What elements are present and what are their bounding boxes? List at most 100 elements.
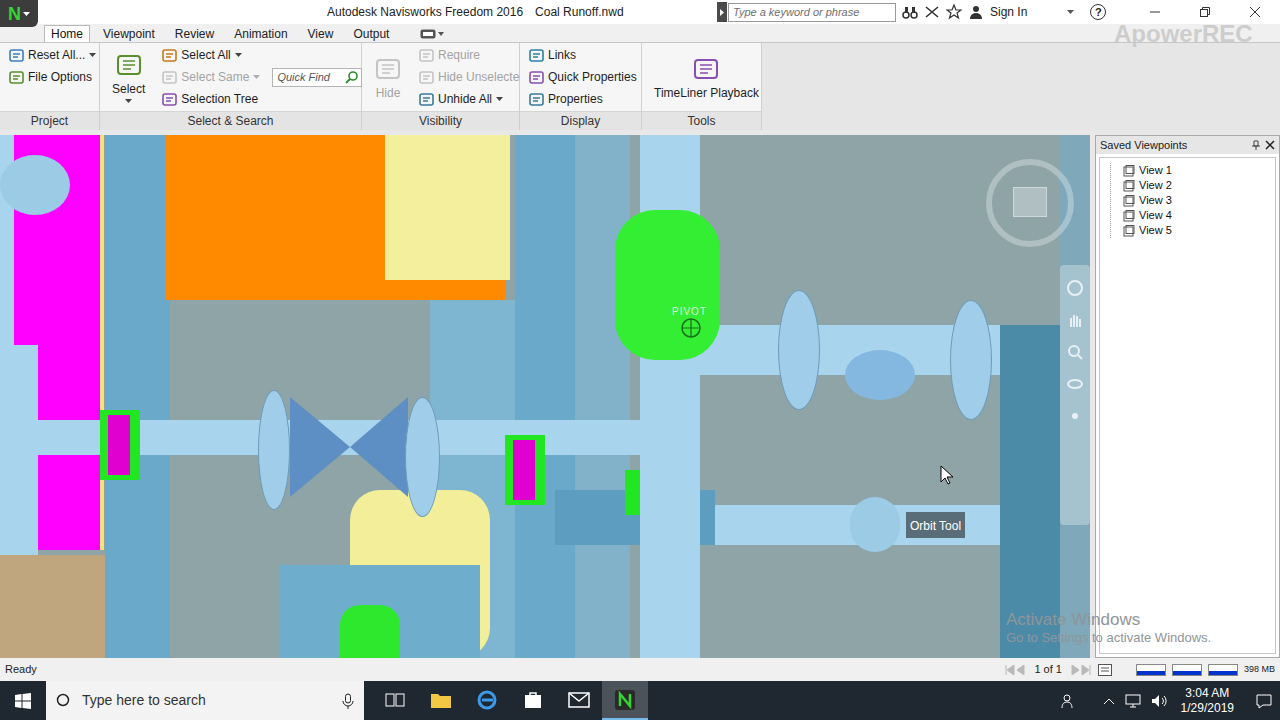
dropdown-icon[interactable] bbox=[253, 75, 260, 79]
viewpoint-item[interactable]: View 5 bbox=[1123, 223, 1190, 238]
ribbon-small-button[interactable]: Quick Properties bbox=[528, 66, 637, 88]
model-element[interactable] bbox=[340, 605, 400, 658]
ribbon-small-button[interactable]: Links bbox=[528, 44, 637, 66]
button-label[interactable]: File Options bbox=[28, 68, 92, 86]
viewpoint-item[interactable]: View 2 bbox=[1123, 178, 1190, 193]
ribbon-small-button[interactable]: Hide Unselected bbox=[418, 66, 526, 88]
ribbon-state-button[interactable] bbox=[420, 29, 444, 39]
button-label[interactable]: Hide bbox=[376, 86, 401, 100]
help-search-field[interactable] bbox=[728, 3, 896, 22]
app-menu-button[interactable]: N bbox=[0, 0, 38, 27]
viewpoint-label[interactable]: View 2 bbox=[1139, 177, 1172, 194]
communication-icon[interactable] bbox=[924, 4, 940, 20]
model-element[interactable] bbox=[385, 135, 510, 280]
dropdown-icon[interactable] bbox=[496, 97, 503, 101]
dropdown-icon[interactable] bbox=[23, 12, 30, 16]
zoom-icon[interactable] bbox=[1066, 343, 1084, 361]
close-icon[interactable] bbox=[1265, 140, 1275, 150]
model-element[interactable] bbox=[515, 135, 575, 658]
model-element[interactable] bbox=[100, 135, 104, 550]
first-previous-icon[interactable] bbox=[1004, 665, 1028, 675]
tab-label[interactable]: Home bbox=[51, 25, 83, 43]
ribbon-large-button[interactable]: Select bbox=[108, 44, 149, 110]
help-glyph[interactable]: ? bbox=[1095, 7, 1102, 18]
sheet-browser-icon[interactable] bbox=[1098, 664, 1112, 676]
volume-icon[interactable] bbox=[1151, 694, 1167, 708]
ribbon-small-button[interactable]: Selection Tree bbox=[161, 88, 260, 110]
clock[interactable]: 3:04 AM1/29/2019 bbox=[1181, 686, 1234, 716]
tab-label[interactable]: Animation bbox=[234, 25, 287, 43]
help-button[interactable]: ? bbox=[1090, 4, 1106, 20]
ribbon-large-button[interactable]: Hide bbox=[370, 44, 406, 110]
orbit-icon[interactable] bbox=[1066, 375, 1084, 393]
star-icon[interactable] bbox=[946, 4, 962, 20]
button-label[interactable]: Hide Unselected bbox=[438, 68, 526, 86]
search-expand-button[interactable] bbox=[717, 2, 727, 22]
model-element[interactable] bbox=[850, 497, 900, 552]
find-icon[interactable] bbox=[345, 70, 359, 84]
button-label[interactable]: Select All bbox=[181, 46, 230, 64]
people-icon[interactable] bbox=[1061, 693, 1077, 709]
model-element[interactable] bbox=[575, 135, 630, 658]
taskbar-app[interactable] bbox=[556, 681, 602, 720]
dropdown-icon[interactable] bbox=[1067, 10, 1074, 14]
ribbon-small-button[interactable]: Reset All... bbox=[8, 44, 96, 66]
ribbon-small-button[interactable]: Properties bbox=[528, 88, 637, 110]
button-label[interactable]: Links bbox=[548, 46, 576, 64]
model-element[interactable] bbox=[1000, 325, 1060, 658]
ribbon-tab[interactable]: View bbox=[301, 25, 341, 42]
microphone-icon[interactable] bbox=[342, 693, 354, 709]
model-element[interactable] bbox=[0, 155, 70, 215]
button-label[interactable]: Quick Properties bbox=[548, 68, 637, 86]
model-element[interactable] bbox=[350, 397, 408, 497]
button-label[interactable]: Reset All... bbox=[28, 46, 85, 64]
model-element[interactable] bbox=[105, 135, 170, 658]
ribbon-small-button[interactable]: Select All bbox=[161, 44, 260, 66]
model-element[interactable] bbox=[513, 440, 535, 500]
quick-find-field[interactable] bbox=[273, 69, 343, 86]
viewpoint-label[interactable]: View 1 bbox=[1139, 162, 1172, 179]
viewcube[interactable] bbox=[986, 159, 1074, 247]
ribbon-small-button[interactable]: Unhide All bbox=[418, 88, 526, 110]
ribbon-tab[interactable]: Animation bbox=[227, 25, 294, 42]
tab-label[interactable]: Output bbox=[353, 25, 389, 43]
taskbar-app[interactable] bbox=[464, 681, 510, 720]
ribbon-tab[interactable]: Home bbox=[44, 25, 90, 42]
ribbon-small-button[interactable]: Require bbox=[418, 44, 526, 66]
taskbar-search[interactable]: Type here to search bbox=[46, 681, 364, 720]
look-icon[interactable] bbox=[1066, 407, 1084, 425]
model-element[interactable] bbox=[258, 390, 290, 510]
button-label[interactable]: Select bbox=[112, 82, 145, 96]
model-element[interactable] bbox=[778, 290, 820, 410]
button-label[interactable]: Select Same bbox=[181, 68, 249, 86]
ribbon-tab[interactable]: Review bbox=[168, 25, 221, 42]
model-element[interactable] bbox=[405, 397, 440, 517]
button-label[interactable]: Unhide All bbox=[438, 90, 492, 108]
ribbon-small-button[interactable]: Select Same bbox=[161, 66, 260, 88]
app-logo[interactable]: N bbox=[8, 5, 21, 23]
taskbar-app[interactable] bbox=[510, 681, 556, 720]
taskbar-app[interactable] bbox=[418, 681, 464, 720]
model-element[interactable] bbox=[845, 350, 915, 400]
taskbar-app[interactable] bbox=[602, 681, 648, 720]
viewpoint-label[interactable]: View 5 bbox=[1139, 222, 1172, 239]
3d-viewport[interactable]: PIVOTOrbit Tool bbox=[0, 135, 1090, 658]
taskbar-app[interactable] bbox=[372, 681, 418, 720]
ribbon-small-button[interactable]: File Options bbox=[8, 66, 96, 88]
binoculars-icon[interactable] bbox=[902, 4, 918, 20]
viewpoint-item[interactable]: View 3 bbox=[1123, 193, 1190, 208]
sign-in-link[interactable]: Sign In bbox=[990, 3, 1027, 21]
dropdown-icon[interactable] bbox=[89, 53, 96, 57]
viewcube-face[interactable] bbox=[1013, 187, 1047, 217]
notifications-icon[interactable] bbox=[1256, 693, 1272, 709]
next-last-icon[interactable] bbox=[1068, 665, 1092, 675]
chevron-up-icon[interactable] bbox=[1103, 697, 1115, 705]
search-placeholder[interactable]: Type here to search bbox=[82, 690, 206, 711]
tab-label[interactable]: Viewpoint bbox=[103, 25, 155, 43]
button-label[interactable]: TimeLiner Playback bbox=[654, 86, 759, 100]
viewpoint-label[interactable]: View 3 bbox=[1139, 192, 1172, 209]
steering-wheel-icon[interactable] bbox=[1066, 279, 1084, 297]
model-element[interactable] bbox=[290, 397, 350, 497]
clock-time[interactable]: 3:04 AM bbox=[1185, 686, 1229, 701]
dropdown-icon[interactable] bbox=[235, 53, 242, 57]
